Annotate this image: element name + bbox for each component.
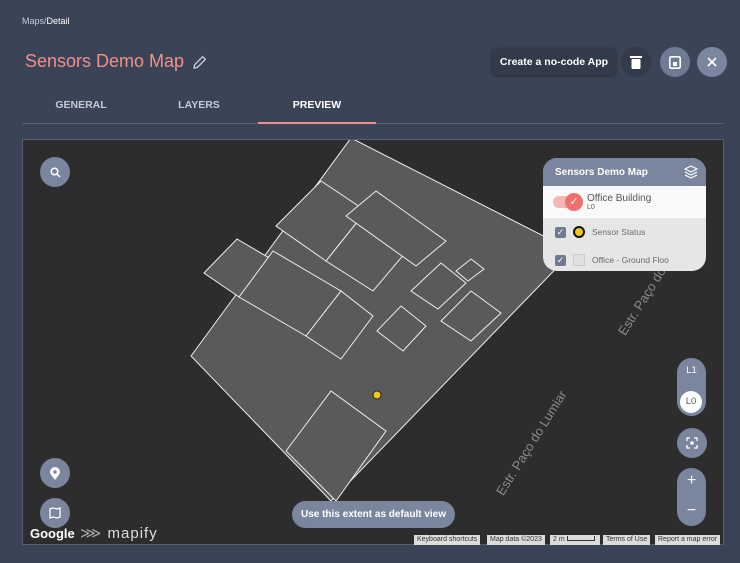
tab-general[interactable]: GENERAL bbox=[22, 99, 140, 124]
floor-L0[interactable]: L0 bbox=[680, 391, 702, 413]
create-app-button[interactable]: Create a no-code App bbox=[492, 48, 616, 75]
sensor-marker bbox=[372, 390, 382, 400]
floor-L1[interactable]: L1 bbox=[677, 365, 706, 376]
building-toggle[interactable]: ✓ bbox=[553, 193, 583, 211]
map-data-attribution: Map data ©2023 bbox=[487, 535, 545, 545]
sensor-status-swatch bbox=[573, 226, 585, 238]
keyboard-shortcuts-link[interactable]: Keyboard shortcuts bbox=[414, 535, 481, 545]
zoom-out-button[interactable]: − bbox=[677, 502, 706, 520]
building-row: ✓ Office Building L0 bbox=[543, 186, 706, 218]
zoom-in-button[interactable]: + bbox=[677, 472, 706, 490]
focus-icon bbox=[686, 437, 698, 449]
page-title: Sensors Demo Map bbox=[25, 51, 185, 71]
tab-layers[interactable]: LAYERS bbox=[140, 99, 258, 124]
map-icon bbox=[49, 507, 61, 519]
scale-label: 2 m bbox=[553, 536, 565, 543]
save-icon bbox=[669, 55, 681, 69]
close-icon bbox=[707, 57, 717, 67]
edit-title-icon[interactable] bbox=[192, 54, 208, 70]
fit-extent-button[interactable] bbox=[677, 428, 707, 458]
layer-label: Sensor Status bbox=[592, 227, 646, 237]
layer-checkbox[interactable]: ✓ bbox=[555, 226, 566, 238]
layer-row-sensor-status: ✓ Sensor Status bbox=[543, 218, 706, 246]
google-logo: Google bbox=[30, 526, 75, 541]
zoom-control: + − bbox=[677, 468, 706, 526]
report-error-link[interactable]: Report a map error bbox=[655, 535, 721, 545]
scale-bar[interactable]: 2 m bbox=[550, 535, 600, 545]
terms-link[interactable]: Terms of Use bbox=[603, 535, 651, 545]
breadcrumb-current: Detail bbox=[46, 16, 70, 26]
search-button[interactable] bbox=[40, 157, 70, 187]
mapify-logo: ⋙ mapify bbox=[80, 525, 158, 542]
layers-icon[interactable] bbox=[684, 165, 698, 179]
floor-selector: L1 L0 bbox=[677, 358, 706, 416]
default-extent-button[interactable]: Use this extent as default view bbox=[292, 501, 455, 528]
breadcrumb: Maps/Detail bbox=[22, 16, 70, 26]
building-level: L0 bbox=[587, 204, 595, 211]
office-swatch bbox=[573, 254, 585, 266]
layer-checkbox[interactable]: ✓ bbox=[555, 254, 566, 266]
tab-preview[interactable]: PREVIEW bbox=[258, 99, 376, 124]
location-pin-icon bbox=[50, 466, 60, 480]
close-button[interactable] bbox=[697, 47, 727, 77]
search-icon bbox=[49, 166, 61, 178]
locate-button[interactable] bbox=[40, 458, 70, 488]
trash-icon bbox=[630, 56, 642, 69]
tab-bar: GENERAL LAYERS PREVIEW bbox=[22, 94, 724, 124]
basemap-button[interactable] bbox=[40, 498, 70, 528]
building-name: Office Building bbox=[587, 193, 652, 204]
breadcrumb-maps[interactable]: Maps bbox=[22, 16, 44, 26]
building-outline bbox=[190, 140, 574, 502]
layer-row-office-ground-floor: ✓ Office - Ground Floo bbox=[543, 246, 706, 271]
save-button[interactable] bbox=[660, 47, 690, 77]
legend-header: Sensors Demo Map bbox=[543, 158, 706, 186]
mapify-logo-text: mapify bbox=[107, 525, 158, 542]
delete-button[interactable] bbox=[621, 47, 651, 77]
layer-label: Office - Ground Floo bbox=[592, 255, 669, 265]
layer-legend: Sensors Demo Map ✓ Office Building L0 ✓ Se… bbox=[543, 158, 706, 271]
legend-title: Sensors Demo Map bbox=[555, 166, 648, 178]
